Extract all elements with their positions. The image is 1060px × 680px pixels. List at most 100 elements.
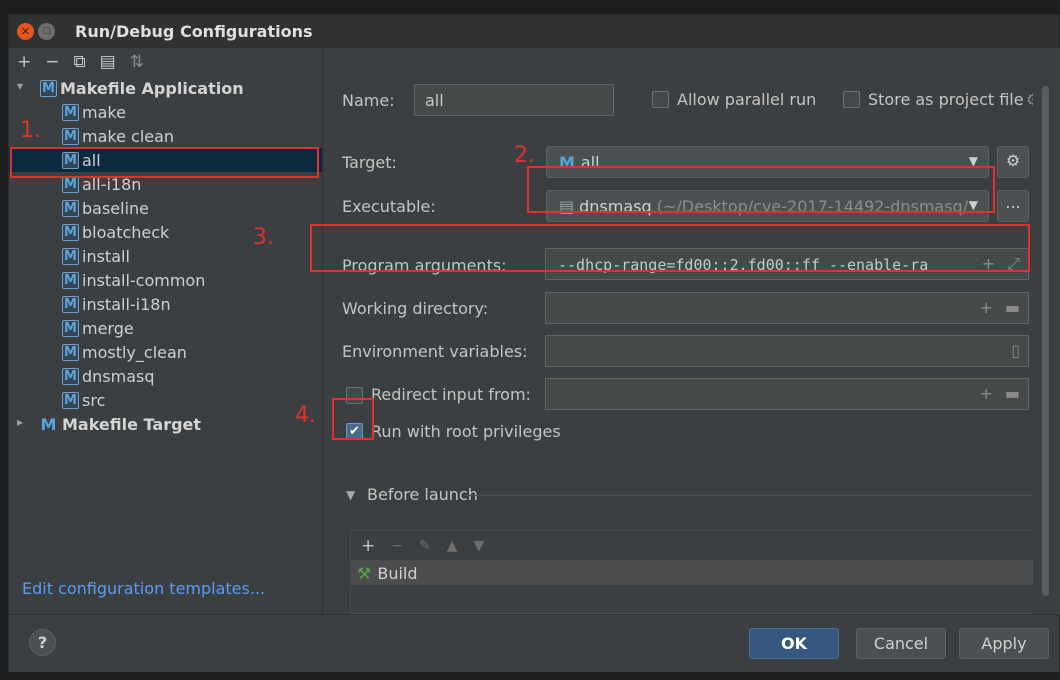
- tree-item-label: install-i18n: [82, 294, 171, 314]
- makefile-icon: M: [62, 319, 79, 337]
- tree-item-install-common[interactable]: Minstall-common: [9, 268, 322, 292]
- config-tree: ▾ M Makefile Application Mmake Mmake cle…: [9, 76, 322, 436]
- dialog-footer: ? OK Cancel Apply: [9, 614, 1059, 672]
- tree-item-install-i18n[interactable]: Minstall-i18n: [9, 292, 322, 316]
- tree-item-label: src: [82, 390, 106, 410]
- sort-icon[interactable]: ⇅: [130, 52, 144, 72]
- working-directory-label: Working directory:: [342, 299, 489, 318]
- name-label: Name:: [342, 91, 395, 110]
- minimize-window-icon[interactable]: ▢: [38, 23, 55, 40]
- tree-item-make-clean[interactable]: Mmake clean: [9, 124, 322, 148]
- makefile-icon: M: [62, 367, 79, 385]
- working-directory-field[interactable]: + ▬: [545, 292, 1029, 324]
- vertical-scrollbar[interactable]: [1033, 48, 1060, 614]
- annotation-number: 3.: [253, 225, 274, 250]
- makefile-icon: M: [62, 127, 79, 145]
- makefile-icon: M: [62, 391, 79, 409]
- window-title: Run/Debug Configurations: [75, 22, 313, 41]
- tree-item-label: bloatcheck: [82, 222, 170, 242]
- tree-item-label: baseline: [82, 198, 150, 218]
- makefile-icon: M: [40, 79, 57, 97]
- chevron-right-icon[interactable]: ▸: [17, 415, 23, 429]
- root-privileges-label: Run with root privileges: [371, 422, 561, 441]
- document-icon[interactable]: ▯: [1011, 341, 1020, 360]
- allow-parallel-checkbox[interactable]: [652, 91, 669, 108]
- makefile-icon: M: [62, 175, 79, 193]
- tree-item-make[interactable]: Mmake: [9, 100, 322, 124]
- tree-item-label: dnsmasq: [82, 366, 155, 386]
- annotation-number: 4.: [295, 403, 316, 428]
- edit-task-icon[interactable]: ✎: [419, 538, 431, 554]
- run-debug-dialog: ✕ ▢ Run/Debug Configurations + − ⧉ ▤ ⇅ ▾…: [8, 14, 1060, 672]
- apply-button[interactable]: Apply: [959, 628, 1049, 659]
- ok-button[interactable]: OK: [749, 628, 839, 659]
- annotation-box: [527, 166, 995, 213]
- config-tree-panel: + − ⧉ ▤ ⇅ ▾ M Makefile Application Mmake…: [9, 48, 323, 614]
- name-value: all: [425, 91, 444, 110]
- edit-templates-link[interactable]: Edit configuration templates...: [22, 579, 265, 598]
- annotation-box: [310, 224, 1030, 272]
- copy-config-icon[interactable]: ⧉: [74, 52, 86, 72]
- folder-icon[interactable]: ▬: [1005, 298, 1020, 317]
- move-up-icon[interactable]: ▲: [447, 538, 458, 554]
- insert-macro-icon[interactable]: +: [979, 384, 992, 403]
- tree-group-makefile-target[interactable]: ▸ M Makefile Target: [9, 412, 322, 436]
- redirect-input-field[interactable]: + ▬: [545, 378, 1029, 410]
- new-folder-icon[interactable]: ▤: [100, 52, 116, 72]
- makefile-icon: M: [62, 247, 79, 265]
- target-settings-button[interactable]: ⚙: [997, 146, 1029, 178]
- group-label: Makefile Target: [62, 414, 202, 434]
- tree-item-merge[interactable]: Mmerge: [9, 316, 322, 340]
- browse-executable-button[interactable]: ...: [997, 190, 1029, 222]
- before-launch-panel: + − ✎ ▲ ▼ ⚒ Build: [350, 530, 1040, 614]
- annotation-number: 1.: [20, 118, 41, 143]
- insert-macro-icon[interactable]: +: [979, 298, 992, 317]
- tree-item-src[interactable]: Msrc: [9, 388, 322, 412]
- environment-variables-label: Environment variables:: [342, 342, 528, 361]
- makefile-icon: M: [62, 199, 79, 217]
- annotation-box: [10, 147, 319, 178]
- tree-item-baseline[interactable]: Mbaseline: [9, 196, 322, 220]
- before-launch-toolbar: + − ✎ ▲ ▼: [351, 531, 1039, 561]
- store-project-label: Store as project file: [868, 90, 1024, 109]
- tree-item-bloatcheck[interactable]: Mbloatcheck: [9, 220, 322, 244]
- chevron-down-icon[interactable]: ▼: [346, 488, 355, 502]
- close-window-icon[interactable]: ✕: [17, 23, 34, 40]
- remove-task-icon[interactable]: −: [391, 538, 403, 554]
- store-project-checkbox[interactable]: [843, 91, 860, 108]
- target-label: Target:: [342, 153, 397, 172]
- scrollbar-thumb[interactable]: [1042, 86, 1049, 596]
- group-label: Makefile Application: [60, 78, 244, 98]
- chevron-down-icon[interactable]: ▾: [17, 79, 23, 93]
- add-task-icon[interactable]: +: [361, 536, 375, 556]
- annotation-box: [332, 398, 374, 440]
- before-launch-task-label: Build: [377, 563, 418, 583]
- before-launch-task[interactable]: ⚒ Build: [351, 561, 1039, 585]
- tree-toolbar: + − ⧉ ▤ ⇅: [9, 48, 322, 76]
- tree-item-install[interactable]: Minstall: [9, 244, 322, 268]
- tree-item-mostly-clean[interactable]: Mmostly_clean: [9, 340, 322, 364]
- redirect-input-label: Redirect input from:: [371, 385, 531, 404]
- tree-item-dnsmasq[interactable]: Mdnsmasq: [9, 364, 322, 388]
- cancel-button[interactable]: Cancel: [856, 628, 946, 659]
- tree-item-label: make clean: [82, 126, 175, 146]
- section-divider: [464, 495, 1032, 496]
- folder-icon[interactable]: ▬: [1005, 384, 1020, 403]
- executable-label: Executable:: [342, 197, 436, 216]
- name-field[interactable]: all: [414, 84, 614, 116]
- add-config-icon[interactable]: +: [17, 52, 31, 72]
- before-launch-title: Before launch: [367, 485, 478, 504]
- allow-parallel-label: Allow parallel run: [677, 90, 817, 109]
- help-button[interactable]: ?: [29, 629, 56, 656]
- makefile-icon: M: [62, 223, 79, 241]
- tree-group-makefile-application[interactable]: ▾ M Makefile Application: [9, 76, 322, 100]
- move-down-icon[interactable]: ▼: [474, 538, 485, 554]
- hammer-icon: ⚒: [357, 563, 372, 583]
- environment-variables-field[interactable]: ▯: [545, 335, 1029, 367]
- makefile-icon: M: [62, 103, 79, 121]
- annotation-number: 2.: [514, 143, 535, 168]
- makefile-icon: M: [40, 414, 57, 434]
- config-form: Name: all Allow parallel run Store as pr…: [324, 48, 1040, 614]
- remove-config-icon[interactable]: −: [45, 52, 59, 72]
- makefile-icon: M: [62, 271, 79, 289]
